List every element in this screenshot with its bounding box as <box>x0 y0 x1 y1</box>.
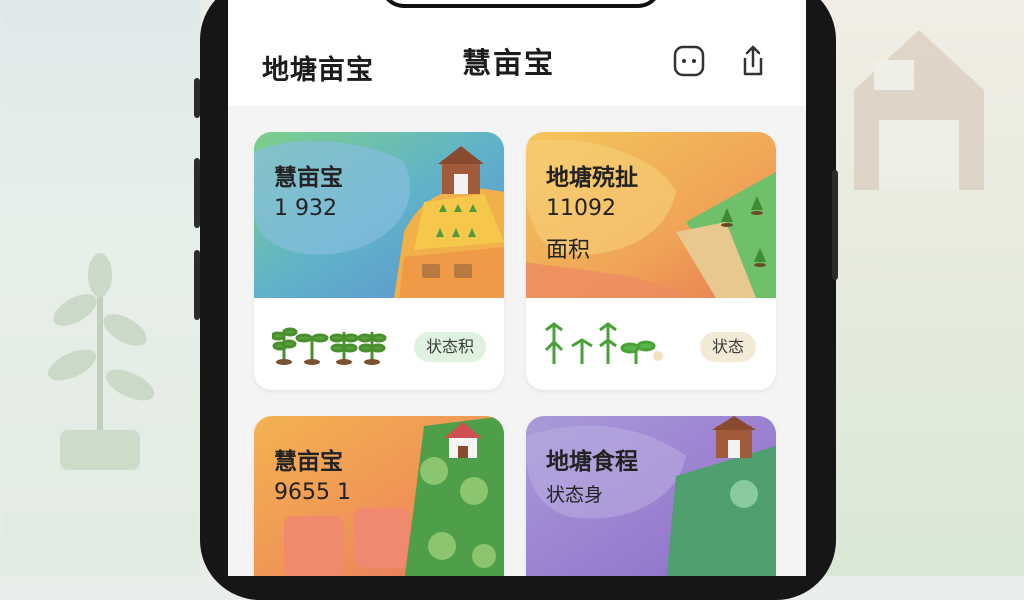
card-title: 慧亩宝 <box>274 449 343 475</box>
card-subtitle: 面积 <box>546 238 591 263</box>
phone-button <box>194 78 200 118</box>
app-screen: 地塘亩宝 慧亩宝 慧亩宝 1 932 状态积 地塘殑扯 11092 面积 状态 … <box>228 0 806 576</box>
farm-card[interactable]: 地塘殑扯 11092 面积 状态 <box>526 132 776 390</box>
phone-button <box>194 250 200 320</box>
farm-card[interactable]: 慧亩宝 9655 1 <box>254 416 504 576</box>
card-title: 地塘食程 <box>546 449 638 475</box>
farm-card[interactable]: 慧亩宝 1 932 状态积 <box>254 132 504 390</box>
phone-button <box>194 158 200 228</box>
sprouts-icon <box>272 327 387 365</box>
status-badge: 状态 <box>700 332 757 362</box>
dynamic-island <box>380 0 662 8</box>
status-badge: 状态积 <box>414 332 487 362</box>
card-value: 1 932 <box>274 196 337 221</box>
smile-box-icon[interactable] <box>672 44 706 78</box>
farm-card[interactable]: 地塘食程 状态身 <box>526 416 776 576</box>
share-icon[interactable] <box>736 44 770 78</box>
card-value: 9655 1 <box>274 480 351 505</box>
seedlings-icon <box>544 322 663 364</box>
card-subtitle: 状态身 <box>546 484 604 506</box>
card-title: 慧亩宝 <box>274 165 343 191</box>
background-plant-icon <box>47 253 155 470</box>
page-title: 慧亩宝 <box>462 46 556 80</box>
phone-button <box>832 170 838 280</box>
app-brand-title: 地塘亩宝 <box>262 55 374 86</box>
app-header: 地塘亩宝 慧亩宝 <box>228 26 806 106</box>
card-title: 地塘殑扯 <box>546 165 638 191</box>
background-barn-icon <box>854 30 984 190</box>
card-value: 11092 <box>546 196 616 221</box>
